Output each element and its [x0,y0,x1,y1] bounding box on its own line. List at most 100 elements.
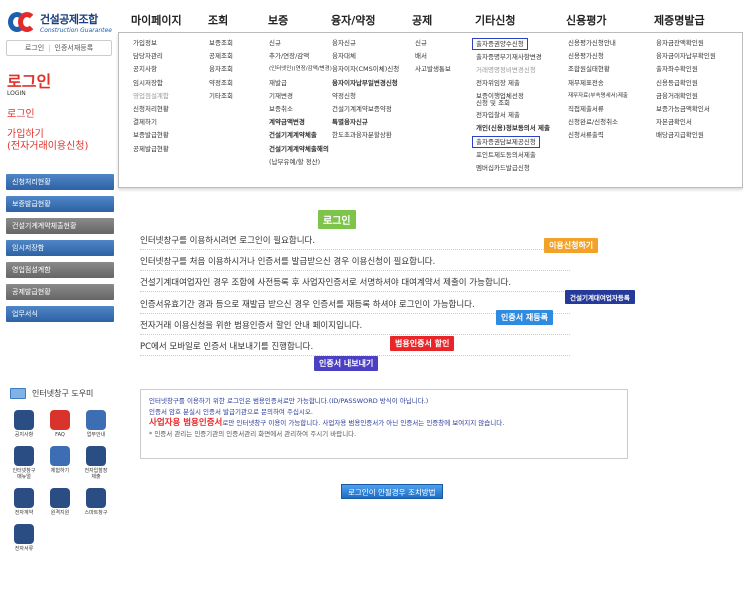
menu-item[interactable]: 신청서류출력 [568,129,628,142]
help-item-e-submit[interactable]: 전자입찰장 제출 [78,446,114,480]
menu-item-highlighted[interactable]: 출자증권양수신청 [472,38,528,50]
menu-item[interactable]: 융자금잔액확인원 [656,37,716,50]
menu-item[interactable]: 자본금확인서 [656,116,716,129]
menu-item[interactable]: 신청완료/신청취소 [568,116,628,129]
help-item-manual[interactable]: 인터넷창구 매뉴얼 [6,446,42,480]
side-menu-item[interactable]: 신청처리현황 [6,174,114,190]
menu-item[interactable]: 건설기계계약체출 [269,129,332,142]
menu-item[interactable]: 약정조회 [209,77,233,90]
menu-item[interactable]: 보증취소 [269,103,332,116]
menu-item[interactable]: 신용평가신청안내 [568,37,628,50]
apply-button[interactable]: 이용신청하기 [544,238,599,253]
menu-item[interactable]: 융자조회 [209,63,233,76]
help-item-guide[interactable]: 업무안내 [78,410,114,438]
tab-login[interactable]: 로그인 [21,43,48,53]
menu-item[interactable]: 융자대체 [332,50,399,63]
menu-item[interactable]: 융자금이자납부확인원 [656,50,716,63]
menu-item[interactable]: 금융거래확인원 [656,90,716,103]
menu-item[interactable]: 건설기계계약체출해의 [269,143,332,156]
menu-item[interactable]: 전자위임장 제출 [476,77,550,90]
nav-loan[interactable]: 융자/약정 [331,12,376,28]
tab-cert-reregister[interactable]: 인증서재등록 [51,43,98,53]
menu-item[interactable]: 보증발급현황 [133,129,169,142]
help-item-experience[interactable]: 체험하기 [42,446,78,480]
menu-item[interactable]: 융자이자(CMS이체)신청 [332,63,399,76]
side-menu-item[interactable]: 영업점설계함 [6,262,114,278]
menu-item[interactable]: 멤버십카드발급신청 [476,162,550,175]
side-menu-item[interactable]: 업무서식 [6,306,114,322]
menu-item[interactable]: 전자입찰서 제출 [476,109,550,122]
help-item-e-document[interactable]: 전자서류 [6,524,42,552]
menu-item[interactable]: 결제하기 [133,116,169,129]
menu-item[interactable]: 보증조회 [209,37,233,50]
menu-col-inquiry: 보증조회 공제조회 융자조회 약정조회 기타조회 [209,37,233,103]
menu-item[interactable]: 배서 [415,50,451,63]
menu-item[interactable]: 출자증명부기재사항변경 [476,51,550,64]
nav-mypage[interactable]: 마이페이지 [131,12,182,28]
menu-item[interactable]: 융자이자납부일변경신청 [332,77,399,90]
menu-item[interactable]: 신청처리현황 [133,103,169,116]
link-join[interactable]: 가입하기 (전자거래이용신청) [7,129,118,153]
menu-item[interactable]: 공제발급현황 [133,143,169,156]
login-tag[interactable]: 로그인 [318,210,356,229]
menu-item[interactable]: 조합원실태현황 [568,63,628,76]
login-trouble-button[interactable]: 로그인이 안될경우 조치방법 [341,484,443,499]
side-menu-item[interactable]: 보증발급현황 [6,196,114,212]
nav-other-apply[interactable]: 기타신청 [475,12,515,28]
brand-logo[interactable]: 건설공제조합 Construction Guarantee [8,10,112,34]
menu-item[interactable]: 보증이행업체선정 신청 및 조회 [476,92,550,107]
menu-item[interactable]: 융자신규 [332,37,399,50]
menu-item[interactable]: 약정신청 [332,90,399,103]
menu-item[interactable]: 신규 [269,37,332,50]
cert-discount-button[interactable]: 범용인증서 할인 [390,336,455,351]
help-item-faq[interactable]: FAQ [42,410,78,438]
menu-item[interactable]: 보증가능금액확인서 [656,103,716,116]
menu-item[interactable]: 포인트제도동의서제출 [476,149,550,162]
menu-item[interactable]: (인터넷인)(연장/감액/변경) [269,63,332,76]
menu-item[interactable]: 건설기계계약보증약정 [332,103,399,116]
help-item-smart-window[interactable]: 스마트창구 [78,488,114,516]
menu-item[interactable]: 거래명명정비변경신청 [476,64,550,77]
menu-item[interactable]: 특별융자신규 [332,116,399,129]
menu-item[interactable]: 기타조회 [209,90,233,103]
help-item-notice[interactable]: 공지사항 [6,410,42,438]
menu-item[interactable]: 신용평가신청 [568,50,628,63]
menu-item[interactable]: 재무자료(부속명세서)제출 [568,90,628,103]
menu-item[interactable]: 영업점설계함 [133,90,169,103]
menu-item[interactable]: 추가/연장/감액 [269,50,332,63]
menu-item[interactable]: 배당금지급확인원 [656,129,716,142]
menu-item[interactable]: 공제조회 [209,50,233,63]
cert-export-button[interactable]: 인증서 내보내기 [314,356,379,371]
menu-item[interactable]: 직접제출서류 [568,103,628,116]
nav-certificates[interactable]: 제증명발급 [654,12,705,28]
help-item-remote-support[interactable]: 원격지원 [42,488,78,516]
menu-item[interactable]: 담당자관리 [133,50,169,63]
nav-credit-rating[interactable]: 신용평가 [566,12,606,28]
menu-item[interactable]: 신용등급확인원 [656,77,716,90]
menu-item[interactable]: 기재변경 [269,90,332,103]
menu-item[interactable]: 신규 [415,37,451,50]
menu-item[interactable]: 재무제표전송 [568,77,628,90]
nav-guarantee[interactable]: 보증 [268,12,288,28]
nav-mutual-aid[interactable]: 공제 [412,12,432,28]
rental-register-button[interactable]: 건설기계대여업자등록 [565,290,635,304]
menu-item[interactable]: 한도초과융자분할상환 [332,129,399,142]
help-item-e-contract[interactable]: 전자계약 [6,488,42,516]
side-menu-item[interactable]: 공제발급현황 [6,284,114,300]
menu-item-highlighted[interactable]: 출자증권담보제공신청 [472,136,540,149]
menu-item[interactable]: 계약금액변경 [269,116,332,129]
menu-item[interactable]: 임시저장함 [133,77,169,90]
menu-item[interactable]: 재발급 [269,77,332,90]
menu-item[interactable]: 공지사항 [133,63,169,76]
menu-item[interactable]: 개인(신용)정보동의서 제출 [476,122,550,135]
menu-item[interactable]: (납부유예/할 정산) [269,156,332,169]
cert-reregister-button[interactable]: 인증서 재등록 [496,310,553,325]
menu-item[interactable]: 출자좌수확인원 [656,63,716,76]
link-login[interactable]: 로그인 [7,109,118,121]
menu-item[interactable]: 사고발생통보 [415,63,451,76]
menu-item[interactable]: 가입정보 [133,37,169,50]
side-menu-item[interactable]: 임시저장함 [6,240,114,256]
side-menu-item[interactable]: 건설기계계약체출현황 [6,218,114,234]
remote-support-icon [50,488,70,508]
nav-inquiry[interactable]: 조회 [208,12,228,28]
